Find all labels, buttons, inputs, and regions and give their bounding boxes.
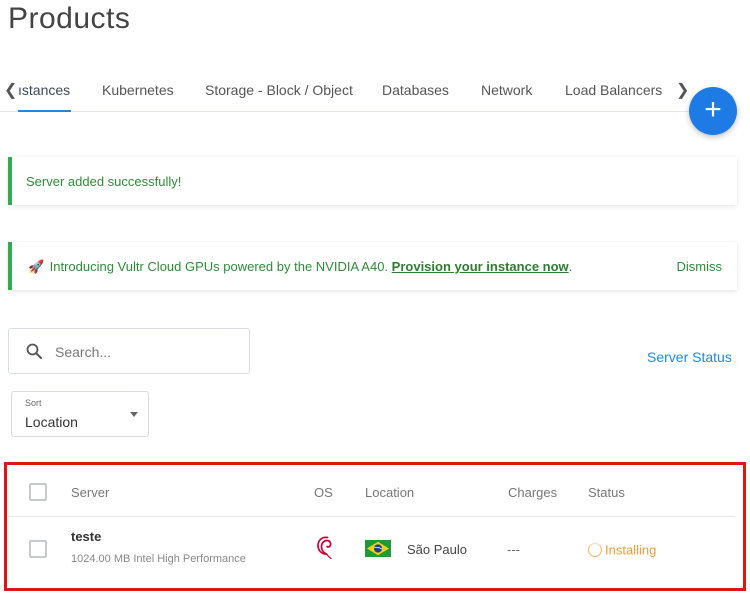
tab-kubernetes[interactable]: Kubernetes	[102, 82, 174, 98]
promo-alert: 🚀 Introducing Vultr Cloud GPUs powered b…	[8, 242, 737, 290]
active-tab-indicator	[18, 110, 71, 112]
chevron-left-icon[interactable]: ❮	[4, 80, 17, 100]
success-alert: Server added successfully!	[8, 157, 737, 205]
table-row[interactable]: teste 1024.00 MB Intel High Performance …	[8, 518, 735, 578]
plus-icon: +	[704, 93, 722, 126]
tab-network[interactable]: Network	[481, 82, 532, 98]
brazil-flag-icon	[365, 540, 391, 557]
status-badge: Installing	[588, 541, 656, 559]
debian-icon	[317, 536, 332, 560]
header-os[interactable]: OS	[314, 485, 333, 500]
header-charges[interactable]: Charges	[508, 485, 557, 500]
tab-load-balancers[interactable]: Load Balancers	[565, 82, 662, 98]
chevron-down-icon	[130, 412, 138, 417]
charges-text: ---	[507, 542, 520, 557]
promo-message-line: 🚀 Introducing Vultr Cloud GPUs powered b…	[28, 259, 572, 275]
spinner-icon	[588, 542, 602, 557]
location-text: São Paulo	[407, 542, 467, 557]
promo-suffix: .	[568, 259, 573, 274]
search-box[interactable]	[8, 328, 250, 374]
server-status-link[interactable]: Server Status	[647, 349, 732, 365]
success-message: Server added successfully!	[26, 174, 182, 189]
server-name[interactable]: teste	[71, 529, 101, 544]
promo-message: Introducing Vultr Cloud GPUs powered by …	[49, 259, 389, 274]
page-title: Products	[8, 2, 131, 35]
product-tabs: ❮ ıstances Kubernetes Storage - Block / …	[0, 72, 700, 112]
chevron-right-icon[interactable]: ❯	[676, 80, 689, 100]
sort-select[interactable]: Sort Location	[11, 391, 149, 437]
server-plan: 1024.00 MB Intel High Performance	[71, 553, 246, 565]
row-checkbox[interactable]	[29, 540, 47, 558]
status-text: Installing	[605, 542, 657, 558]
select-all-checkbox[interactable]	[29, 483, 47, 501]
rocket-icon: 🚀	[28, 259, 45, 274]
sort-value: Location	[25, 414, 78, 430]
header-status[interactable]: Status	[588, 485, 625, 500]
dismiss-button[interactable]: Dismiss	[677, 259, 723, 274]
tab-instances[interactable]: ıstances	[18, 82, 70, 98]
table-header: Server OS Location Charges Status	[8, 467, 735, 517]
header-server[interactable]: Server	[71, 485, 109, 500]
add-product-button[interactable]: +	[689, 87, 737, 135]
search-input[interactable]	[55, 341, 235, 363]
tab-databases[interactable]: Databases	[382, 82, 449, 98]
sort-label: Sort	[25, 398, 42, 408]
provision-link[interactable]: Provision your instance now	[392, 259, 569, 274]
search-icon	[26, 343, 42, 359]
tab-storage[interactable]: Storage - Block / Object	[205, 82, 353, 98]
header-location[interactable]: Location	[365, 485, 414, 500]
